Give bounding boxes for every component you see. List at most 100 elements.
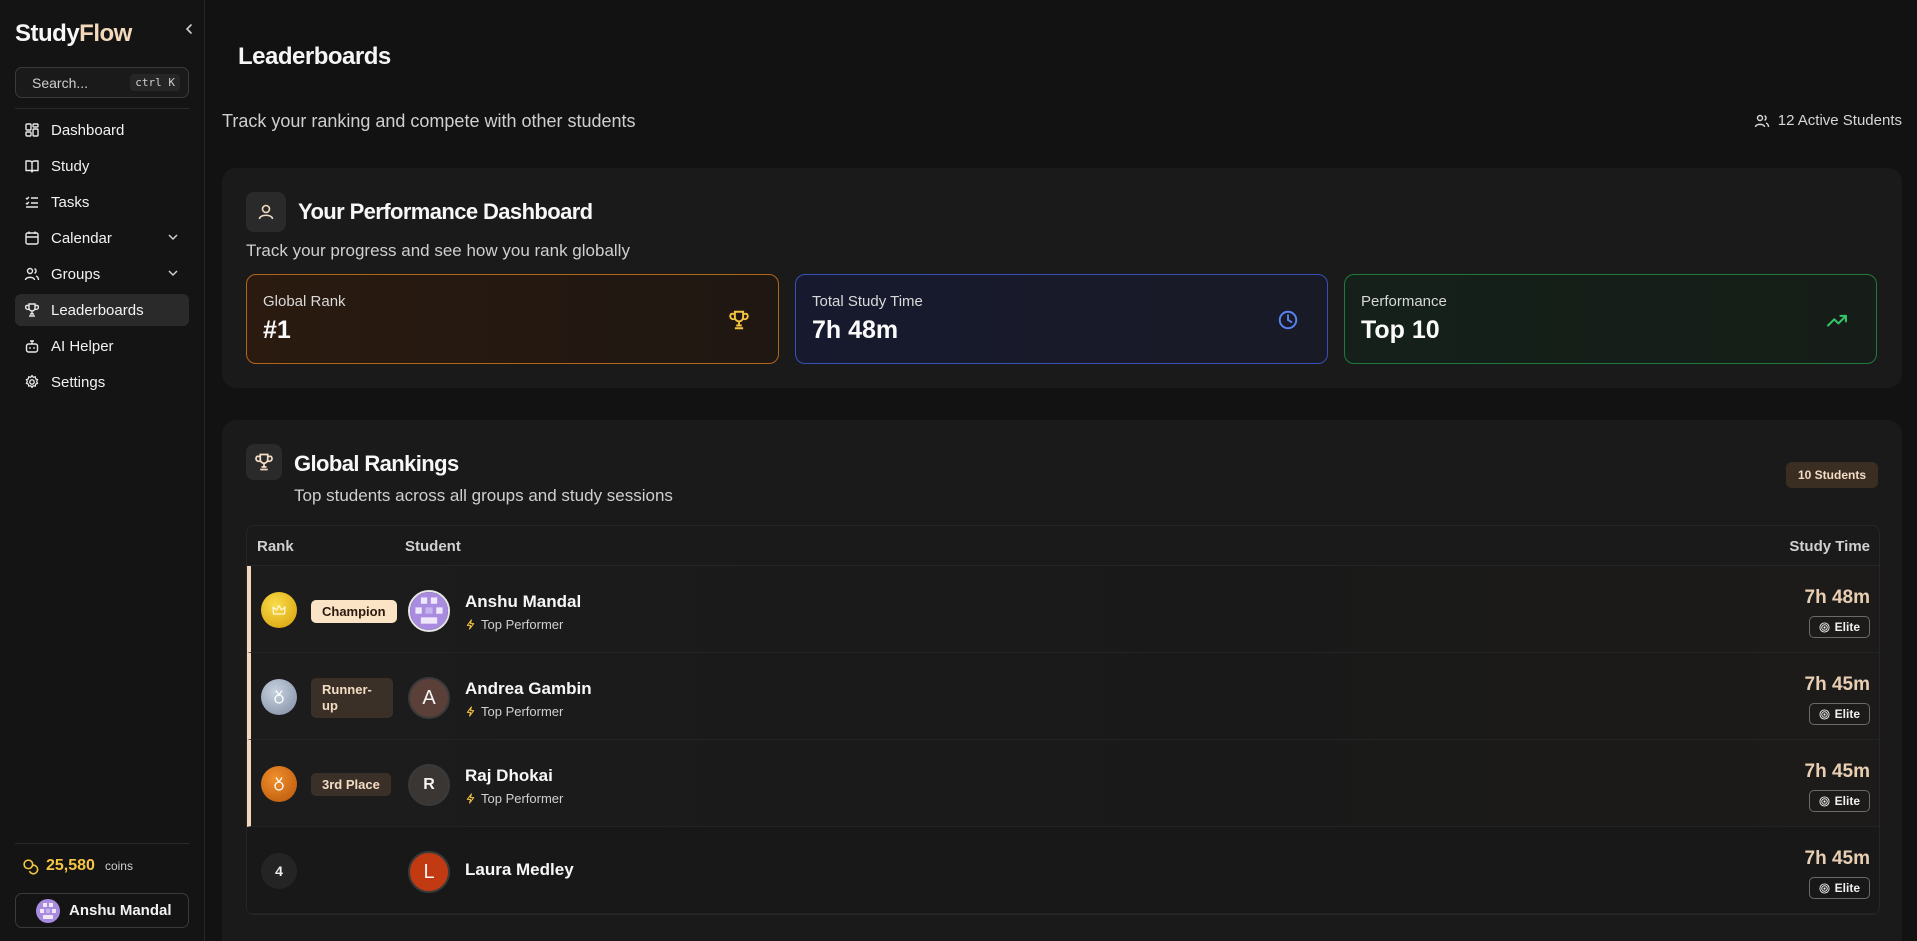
chevron-left-icon [185,24,192,34]
logo-text-study: Study [15,20,80,47]
tier-badge: Elite [1808,616,1870,638]
coins-icon [23,858,39,875]
sidebar: StudyFlow ctrl K Dashboard Study Tasks C… [0,0,205,941]
search-input[interactable] [32,74,131,91]
study-time-value: 7h 45m [1804,761,1870,782]
table-row[interactable]: Champion Anshu Mandal Top Performer 7h 4… [247,566,1879,653]
global-rank-stat: Global Rank #1 [246,274,779,364]
trophy-icon [729,310,749,330]
gear-icon [25,374,39,389]
trophy-icon [255,453,273,471]
collapse-sidebar-button[interactable] [178,18,200,40]
sidebar-nav: Dashboard Study Tasks Calendar Groups Le… [15,114,189,402]
target-icon [1819,882,1830,894]
tier-label: Elite [1834,794,1860,808]
column-header-student: Student [405,538,461,555]
performance-dashboard-card: Your Performance Dashboard Track your pr… [222,168,1902,388]
study-time-value: 7h 45m [1804,674,1870,695]
global-rankings-card: Global Rankings Top students across all … [222,420,1902,941]
table-row[interactable]: 3rd Place R Raj Dhokai Top Performer 7h … [247,740,1879,827]
medal-icon [274,777,284,791]
rankings-subtitle: Top students across all groups and study… [294,486,673,505]
silver-medal [261,679,297,715]
robot-icon [25,340,39,353]
rankings-table: Rank Student Study Time Champion Anshu M… [246,525,1880,915]
stat-value: 7h 48m [812,316,899,344]
rankings-title: Global Rankings [294,451,459,476]
sidebar-item-label: Calendar [51,229,112,247]
column-header-study-time: Study Time [1789,538,1870,555]
crown-icon [272,604,286,615]
grid-icon [25,123,39,137]
tag-label: Top Performer [481,704,564,719]
top-performer-tag: Top Performer [465,791,563,806]
student-name: Laura Medley [465,860,574,879]
sidebar-item-label: AI Helper [51,337,114,355]
search-box[interactable]: ctrl K [15,67,189,98]
user-icon-box [246,192,286,232]
clock-icon [1278,310,1298,330]
avatar-initial: L [423,860,435,883]
target-icon [1819,708,1830,720]
checklist-icon [25,196,38,208]
sidebar-item-calendar[interactable]: Calendar [15,222,189,254]
app-logo[interactable]: StudyFlow [15,20,132,48]
study-time-value: 7h 48m [1804,587,1870,608]
coin-unit: coins [104,859,133,873]
avatar-initial: A [422,686,436,709]
medal-icon [274,690,284,704]
sidebar-item-tasks[interactable]: Tasks [15,186,189,218]
students-count-badge: 10 Students [1785,462,1878,488]
users-icon [24,267,40,281]
avatar [408,590,450,632]
coin-balance: 25,580 coins [22,857,133,875]
tier-label: Elite [1834,881,1860,895]
performance-title: Your Performance Dashboard [298,199,593,224]
page-subtitle: Track your ranking and compete with othe… [222,111,636,131]
sidebar-item-label: Tasks [51,193,90,211]
user-name: Anshu Mandal [69,902,172,919]
user-icon [258,204,274,220]
sidebar-item-label: Leaderboards [51,301,144,319]
sidebar-item-ai-helper[interactable]: AI Helper [15,330,189,362]
sidebar-item-label: Study [51,157,90,175]
table-row[interactable]: 4 L Laura Medley 7h 45m Elite [247,827,1879,914]
sidebar-item-study[interactable]: Study [15,150,189,182]
sidebar-divider [15,108,189,109]
performance-stat: Performance Top 10 [1344,274,1877,364]
chevron-down-icon [168,270,178,277]
avatar: A [408,677,450,719]
trophy-icon-box [246,444,282,480]
sidebar-item-label: Groups [51,265,101,283]
table-row[interactable]: Runner-up A Andrea Gambin Top Performer … [247,653,1879,740]
coin-amount: 25,580 [46,857,95,874]
rank-value: 4 [275,863,283,879]
tag-label: Top Performer [481,617,564,632]
rank-label: Runner-up [311,678,393,718]
tier-badge: Elite [1808,703,1870,725]
student-name: Anshu Mandal [465,592,582,611]
sidebar-divider [15,843,189,844]
sidebar-item-dashboard[interactable]: Dashboard [15,114,189,146]
top-performer-tag: Top Performer [465,704,563,719]
rank-number: 4 [261,853,297,889]
tag-label: Top Performer [481,791,564,806]
sidebar-item-leaderboards[interactable]: Leaderboards [15,294,189,326]
tier-badge: Elite [1808,877,1870,899]
active-students-indicator: 12 Active Students [1754,112,1902,129]
avatar: R [408,764,450,806]
user-menu-button[interactable]: Anshu Mandal [15,893,189,928]
sidebar-item-groups[interactable]: Groups [15,258,189,290]
performance-subtitle: Track your progress and see how you rank… [246,241,630,260]
stat-value: Top 10 [1361,316,1440,344]
trending-up-icon [1827,314,1847,327]
table-header: Rank Student Study Time [247,526,1879,566]
logo-text-flow: Flow [79,20,132,47]
avatar-initial: R [423,776,435,793]
sidebar-item-settings[interactable]: Settings [15,366,189,398]
rank-label: 3rd Place [311,773,391,796]
top-performer-tag: Top Performer [465,617,563,632]
crown-medal [261,592,297,628]
bronze-medal [261,766,297,802]
page-title: Leaderboards [238,43,391,70]
